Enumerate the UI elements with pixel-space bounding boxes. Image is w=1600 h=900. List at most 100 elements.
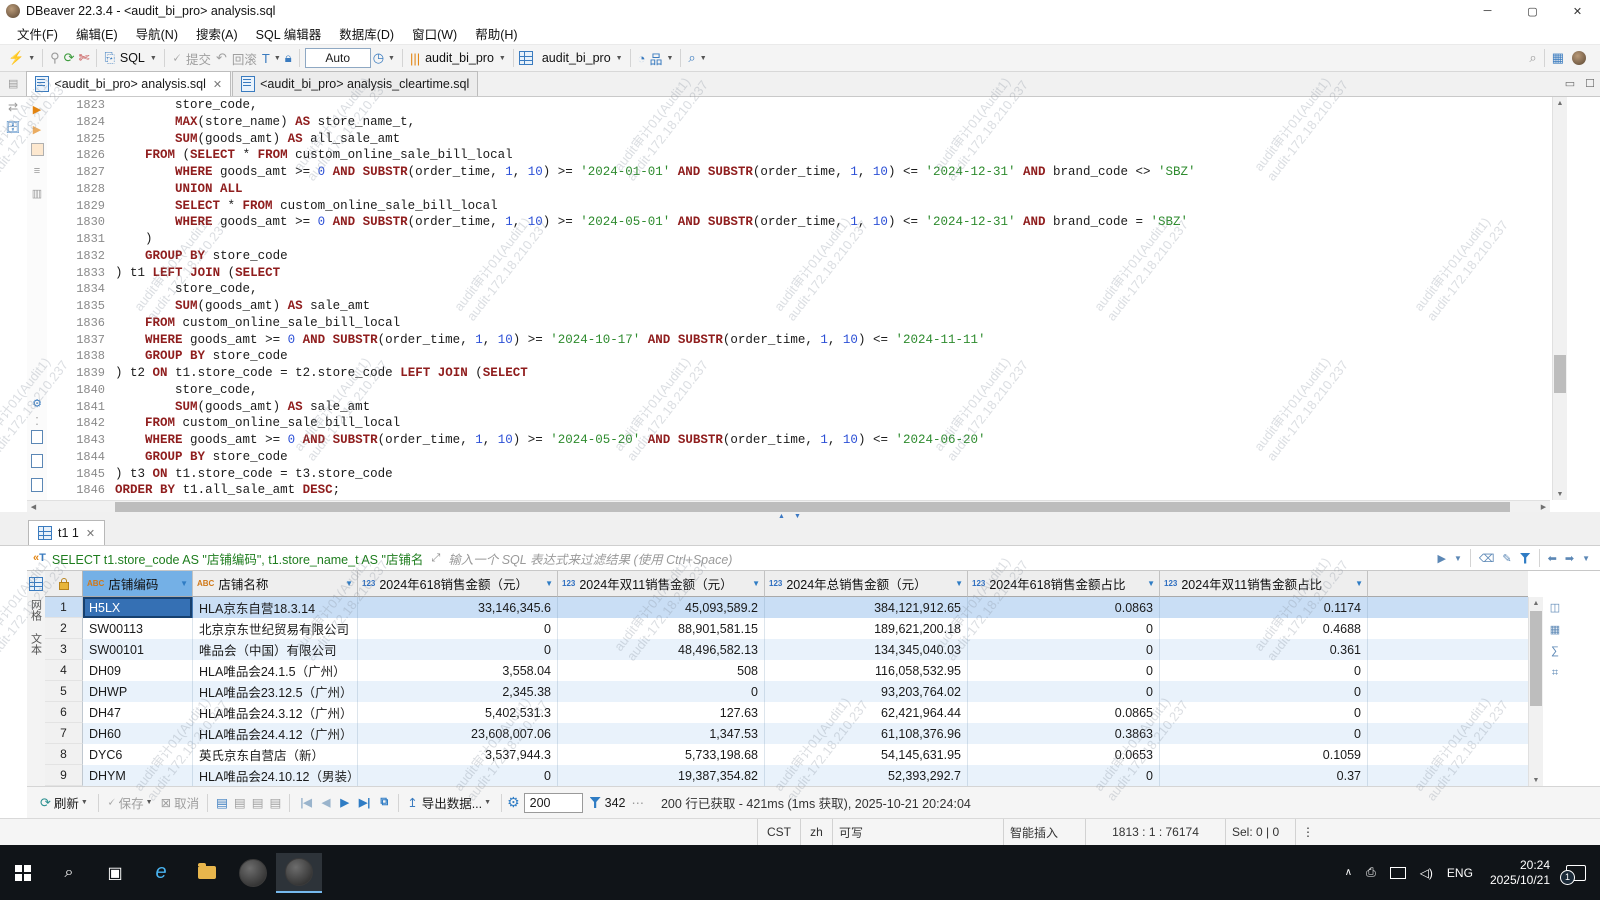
grid-cell[interactable]: DH60 <box>83 723 193 744</box>
grid-cell[interactable]: 508 <box>558 660 765 681</box>
grid-cell[interactable]: 1,347.53 <box>558 723 765 744</box>
open-script-icon[interactable] <box>29 477 45 493</box>
sql-editor-label[interactable]: SQL <box>120 51 145 65</box>
grid-cell[interactable]: 0 <box>1160 723 1368 744</box>
language-indicator[interactable]: ENG <box>1447 866 1473 880</box>
row-header-corner[interactable] <box>45 571 83 597</box>
execute-new-tab-icon[interactable] <box>29 141 45 157</box>
close-icon[interactable]: ✕ <box>86 527 95 540</box>
dbeaver-perspective-icon[interactable] <box>1572 51 1586 65</box>
apply-filter-icon[interactable]: ▶ <box>1437 552 1445 565</box>
grid-cell[interactable]: 0 <box>968 639 1160 660</box>
taskbar-search-icon[interactable]: ⌕ <box>46 853 92 893</box>
metadata-panel-icon[interactable]: ⌗ <box>1547 665 1563 681</box>
add-row-icon[interactable]: ▤ <box>216 795 228 810</box>
grid-cell[interactable]: 52,393,292.7 <box>765 765 968 786</box>
tx-history-icon[interactable]: ◷ <box>373 48 384 68</box>
column-header[interactable]: 1232024年618销售金额占比▼ <box>968 571 1160 597</box>
execute-script-icon[interactable]: ▶ <box>29 121 45 137</box>
last-row-icon[interactable]: ▶| <box>359 796 371 809</box>
grid-cell[interactable]: 0.0863 <box>968 597 1160 618</box>
edit-row-icon[interactable]: ▤ <box>270 795 282 810</box>
grid-cell[interactable]: 0.4688 <box>1160 618 1368 639</box>
more-icon[interactable]: ⋯ <box>631 795 644 810</box>
grid-cell[interactable]: HLA京东自营18.3.14 <box>193 597 358 618</box>
grid-cell[interactable]: 0 <box>1160 681 1368 702</box>
menu-item[interactable]: 数据库(D) <box>330 22 403 44</box>
commit-icon[interactable]: 🗸 <box>172 48 181 68</box>
grid-cell[interactable]: 0 <box>968 681 1160 702</box>
column-header[interactable]: 1232024年双11销售金额（元）▼ <box>558 571 765 597</box>
sql-editor[interactable]: 1823 store_code,1824 MAX(store_name) AS … <box>47 97 1550 500</box>
grid-cell[interactable]: 5,402,531.3 <box>358 702 558 723</box>
volume-tray-icon[interactable]: ◁) <box>1420 866 1433 880</box>
grid-cell[interactable]: 唯品会（中国）有限公司 <box>193 639 358 660</box>
grid-cell[interactable]: 127.63 <box>558 702 765 723</box>
menu-item[interactable]: SQL 编辑器 <box>247 22 331 44</box>
grid-cell[interactable]: 93,203,764.02 <box>765 681 968 702</box>
grid-cell[interactable]: 134,345,040.03 <box>765 639 968 660</box>
row-number[interactable]: 2 <box>45 618 83 639</box>
cancel-icon[interactable]: ⊠ <box>161 795 171 810</box>
editor-vertical-scrollbar[interactable]: ▲ ▼ <box>1552 97 1567 500</box>
grid-cell[interactable]: 33,146,345.6 <box>358 597 558 618</box>
database-selector[interactable]: audit_bi_pro <box>425 51 494 65</box>
connect-icon[interactable]: ⚲ <box>50 48 60 68</box>
disconnect-icon[interactable]: ✄ <box>79 48 90 68</box>
row-number[interactable]: 5 <box>45 681 83 702</box>
prev-row-icon[interactable]: ◀ <box>322 796 330 809</box>
minimize-panel-icon[interactable]: ▭ <box>1565 77 1575 90</box>
calc-panel-icon[interactable]: ∑ <box>1547 643 1563 659</box>
row-number[interactable]: 3 <box>45 639 83 660</box>
column-header[interactable]: 1232024年总销售金额（元）▼ <box>765 571 968 597</box>
fetch-size-input[interactable]: 200 <box>524 793 583 813</box>
refresh-icon[interactable]: ⟳ <box>40 795 51 811</box>
maximize-button[interactable]: ▢ <box>1510 0 1555 22</box>
menu-item[interactable]: 搜索(A) <box>187 22 247 44</box>
transaction-filter-icon[interactable]: T <box>262 48 270 68</box>
notification-center-icon[interactable]: 1 <box>1566 865 1586 881</box>
cancel-label[interactable]: 取消 <box>174 793 199 812</box>
save-icon[interactable]: 🗸 <box>107 795 116 810</box>
grid-cell[interactable]: 62,421,964.44 <box>765 702 968 723</box>
grid-cell[interactable]: 48,496,582.13 <box>558 639 765 660</box>
row-number[interactable]: 9 <box>45 765 83 786</box>
grid-cell[interactable]: 0 <box>1160 702 1368 723</box>
grid-cell[interactable]: 0 <box>558 681 765 702</box>
maximize-panel-icon[interactable]: ☐ <box>1585 77 1595 90</box>
grid-cell[interactable]: 0 <box>968 618 1160 639</box>
chevron-down-icon[interactable]: ▼ <box>499 55 506 62</box>
status-segment[interactable]: Sel: 0 | 0 <box>1225 819 1295 845</box>
filter-funnel-icon[interactable] <box>1520 553 1531 564</box>
grid-cell[interactable]: 0.1059 <box>1160 744 1368 765</box>
delete-row-icon[interactable]: ▤ <box>252 795 264 810</box>
grid-cell[interactable]: 3,537,944.3 <box>358 744 558 765</box>
chevron-down-icon[interactable]: ▼ <box>1454 554 1462 563</box>
scroll-up-icon[interactable]: ▲ <box>1529 597 1543 609</box>
start-button[interactable] <box>0 853 46 893</box>
grid-cell[interactable]: HLA唯品会24.1.5（广州） <box>193 660 358 681</box>
network-tray-icon[interactable] <box>1390 867 1406 879</box>
duplicate-row-icon[interactable]: ▤ <box>234 795 246 810</box>
menu-item[interactable]: 文件(F) <box>8 22 67 44</box>
close-button[interactable]: ✕ <box>1555 0 1600 22</box>
script-icon[interactable]: ▥ <box>29 185 45 201</box>
row-number[interactable]: 6 <box>45 702 83 723</box>
editor-tab[interactable]: <audit_bi_pro> analysis_cleartime.sql <box>232 71 478 96</box>
grid-cell[interactable]: 0 <box>358 639 558 660</box>
grid-settings-gear-icon[interactable]: ⚙ <box>507 794 520 811</box>
perspective-icon[interactable]: ▦ <box>1552 48 1564 68</box>
usb-tray-icon[interactable]: ⎙ <box>1366 865 1376 880</box>
scroll-down-icon[interactable]: ▼ <box>1529 774 1543 786</box>
first-row-icon[interactable]: |◀ <box>300 796 312 809</box>
status-segment[interactable]: 智能插入 <box>1003 819 1085 845</box>
grid-cell[interactable]: 0.3863 <box>968 723 1160 744</box>
filter-query-text[interactable]: SELECT t1.store_code AS "店铺编码", t1.store… <box>52 549 424 568</box>
tray-chevron-icon[interactable]: ∧ <box>1345 867 1352 878</box>
grid-cell[interactable]: 3,558.04 <box>358 660 558 681</box>
scrollbar-thumb[interactable] <box>1554 355 1566 393</box>
grid-cell[interactable]: 45,093,589.2 <box>558 597 765 618</box>
clear-filter-icon[interactable]: ⌫ <box>1479 552 1495 565</box>
reconnect-icon[interactable]: ⟳ <box>64 48 75 68</box>
row-count-funnel-icon[interactable] <box>590 797 601 808</box>
